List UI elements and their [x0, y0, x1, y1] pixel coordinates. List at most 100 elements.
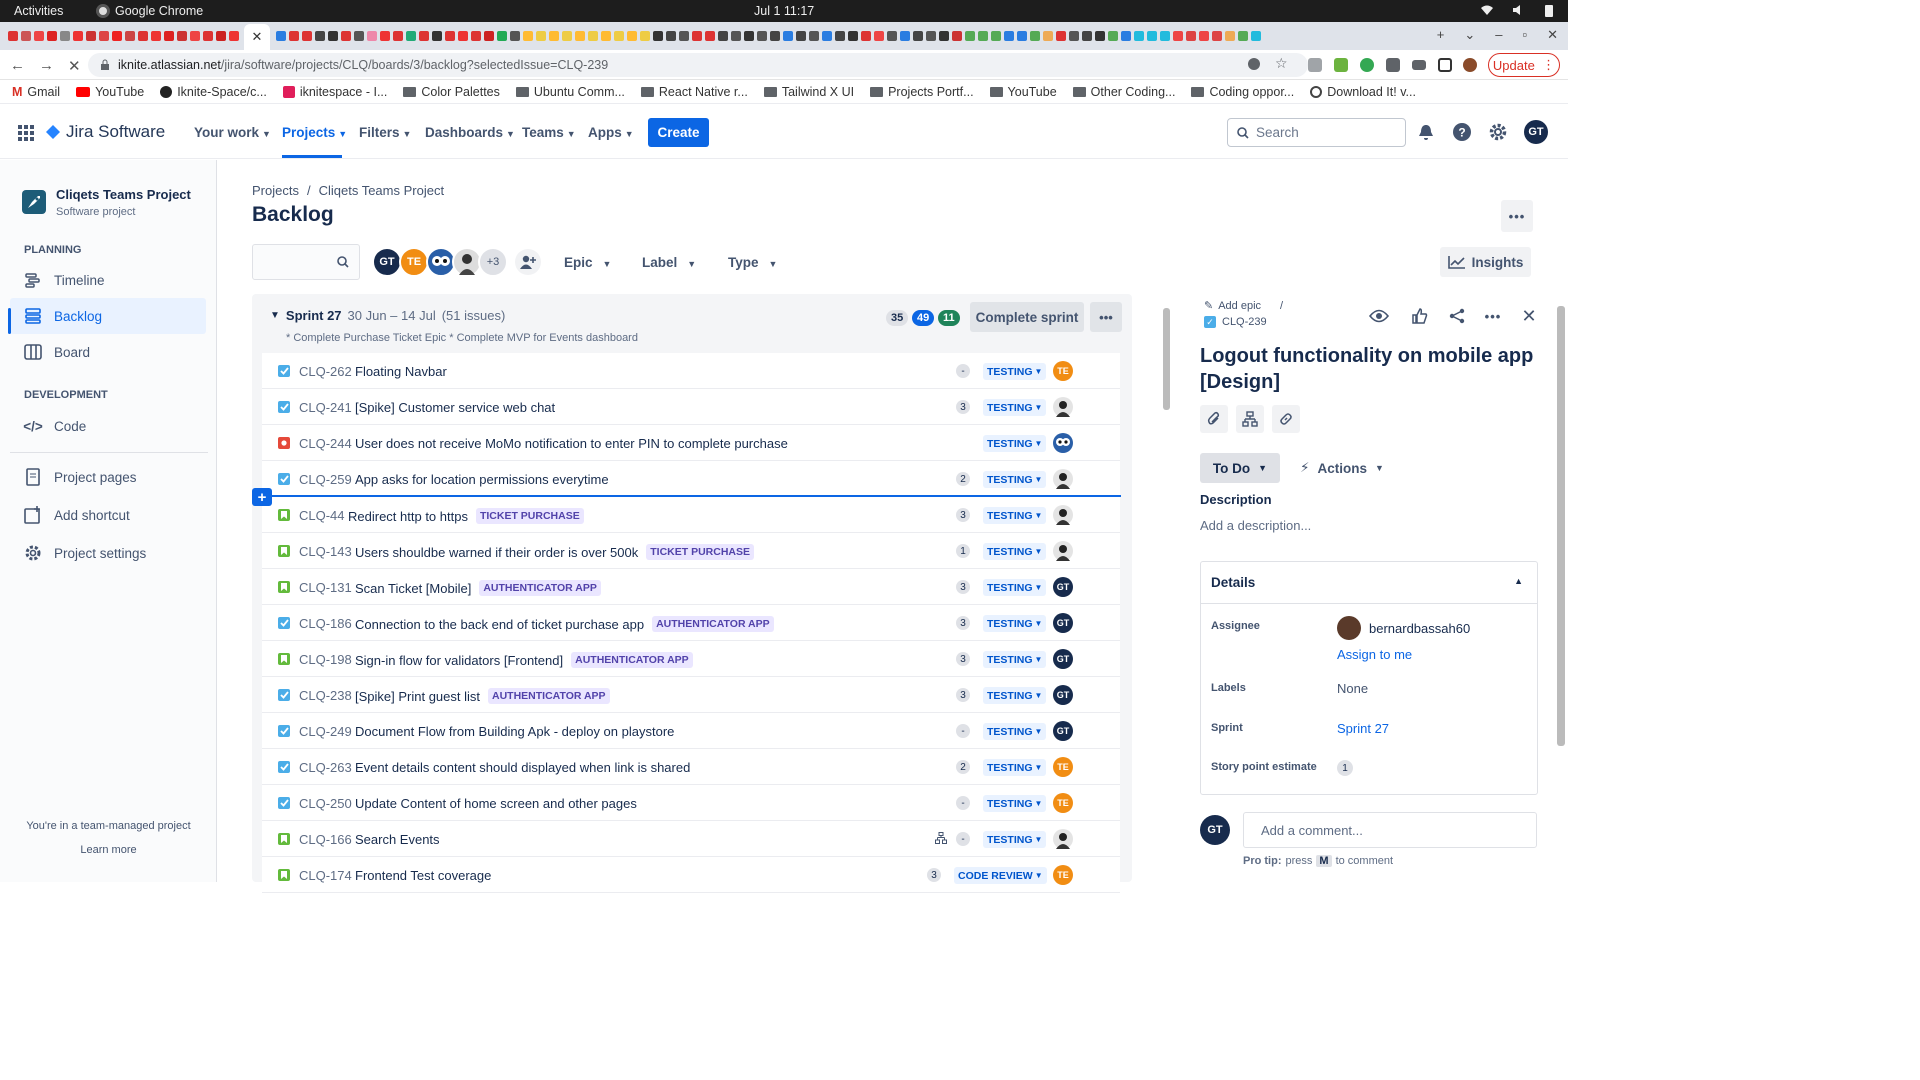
tab-favicon[interactable]	[652, 31, 663, 41]
extension-icon[interactable]	[1334, 58, 1348, 72]
issue-summary[interactable]: Sign-in flow for validators [Frontend]	[355, 653, 563, 668]
tab-favicon[interactable]	[1133, 31, 1144, 41]
settings-gear-icon[interactable]	[1488, 122, 1508, 142]
assignee-avatar[interactable]	[1053, 829, 1073, 849]
issue-row[interactable]: CLQ-263 Event details content should disp…	[262, 749, 1120, 785]
labels-value[interactable]: None	[1337, 681, 1368, 696]
tab-favicon[interactable]	[20, 31, 31, 41]
tab-favicon[interactable]	[639, 31, 650, 41]
bookmark-folder[interactable]: Coding oppor...	[1191, 85, 1294, 99]
sidebar-item-timeline[interactable]: Timeline	[10, 262, 206, 298]
tab-favicon[interactable]	[782, 31, 793, 41]
tab-favicon[interactable]	[405, 31, 416, 41]
tab-favicon[interactable]	[1185, 31, 1196, 41]
tab-favicon[interactable]	[215, 31, 226, 41]
issue-key[interactable]: CLQ-262	[299, 364, 352, 379]
link-icon[interactable]	[1272, 405, 1300, 433]
issue-summary[interactable]: Floating Navbar	[355, 364, 447, 379]
story-points-badge[interactable]: 1	[956, 544, 970, 558]
bookmark-star-icon[interactable]: ☆	[1275, 55, 1289, 71]
jira-logo[interactable]: Jira Software	[46, 122, 165, 142]
minimize-icon[interactable]: –	[1495, 27, 1502, 43]
status-dropdown[interactable]: TESTING ▼	[983, 687, 1047, 704]
tab-favicon[interactable]	[704, 31, 715, 41]
tab-favicon[interactable]	[561, 31, 572, 41]
assignee-field[interactable]: bernardbassah60	[1337, 616, 1470, 640]
app-switcher-icon[interactable]	[18, 125, 34, 141]
issue-summary[interactable]: [Spike] Customer service web chat	[355, 400, 555, 415]
status-dropdown[interactable]: TESTING ▼	[983, 579, 1047, 596]
tab-favicon[interactable]	[587, 31, 598, 41]
tab-favicon[interactable]	[189, 31, 200, 41]
story-points-badge[interactable]: 3	[956, 652, 970, 666]
bookmark-youtube[interactable]: YouTube	[76, 85, 144, 99]
tab-favicon[interactable]	[1055, 31, 1066, 41]
issue-key[interactable]: CLQ-238	[299, 688, 352, 703]
status-dropdown[interactable]: TESTING ▼	[983, 399, 1047, 416]
bookmark-gmail[interactable]: M Gmail	[12, 85, 60, 99]
stop-icon[interactable]: ✕	[68, 57, 81, 75]
tab-favicon[interactable]	[990, 31, 1001, 41]
status-dropdown[interactable]: CODE REVIEW ▼	[954, 867, 1047, 884]
issue-title[interactable]: Logout functionality on mobile app [Desi…	[1200, 343, 1540, 395]
nav-dashboards[interactable]: Dashboards ▼	[425, 125, 515, 140]
issue-summary[interactable]: Users shouldbe warned if their order is …	[355, 545, 638, 560]
tab-favicon[interactable]	[1198, 31, 1209, 41]
story-points-badge[interactable]: 3	[956, 616, 970, 630]
tab-favicon[interactable]	[379, 31, 390, 41]
issue-key[interactable]: CLQ-186	[299, 616, 352, 631]
issue-row[interactable]: CLQ-174 Frontend Test coverage 3 CODE REVIE…	[262, 857, 1120, 893]
tab-favicon[interactable]	[769, 31, 780, 41]
status-dropdown[interactable]: TESTING ▼	[983, 759, 1047, 776]
more-avatars-button[interactable]: +3	[478, 247, 508, 277]
tab-favicon[interactable]	[1016, 31, 1027, 41]
tab-favicon[interactable]	[821, 31, 832, 41]
page-more-button[interactable]: •••	[1501, 200, 1533, 232]
close-window-icon[interactable]: ✕	[1547, 27, 1558, 43]
issue-summary[interactable]: User does not receive MoMo notification …	[355, 436, 788, 451]
url-field[interactable]: iknite.atlassian.net/jira/software/proje…	[88, 53, 1308, 77]
issue-summary[interactable]: Redirect http to https	[348, 509, 468, 524]
tab-favicon[interactable]	[496, 31, 507, 41]
story-points-badge[interactable]: -	[956, 832, 970, 846]
tab-favicon[interactable]	[1237, 31, 1248, 41]
tab-favicon[interactable]	[1081, 31, 1092, 41]
tab-favicon[interactable]	[72, 31, 83, 41]
tab-favicon[interactable]	[665, 31, 676, 41]
activities-button[interactable]: Activities	[14, 4, 63, 18]
assignee-avatar[interactable]: GT	[1053, 721, 1073, 741]
tab-favicon[interactable]	[1120, 31, 1131, 41]
tab-favicon[interactable]	[470, 31, 481, 41]
tab-favicon[interactable]	[124, 31, 135, 41]
tab-favicon[interactable]	[522, 31, 533, 41]
issue-key[interactable]: CLQ-198	[299, 652, 352, 667]
add-people-icon[interactable]	[515, 249, 541, 275]
insights-button[interactable]: Insights	[1440, 247, 1531, 277]
issue-row[interactable]: CLQ-44 Redirect http to https TICKET PURCH…	[262, 497, 1120, 533]
status-dropdown[interactable]: TESTING ▼	[983, 507, 1047, 524]
issue-row[interactable]: CLQ-241 [Spike] Customer service web chat…	[262, 389, 1120, 425]
extensions-puzzle-icon[interactable]	[1386, 58, 1400, 72]
chevron-down-icon[interactable]: ▼	[270, 310, 280, 321]
bookmark-folder[interactable]: Tailwind X UI	[763, 85, 854, 99]
tab-favicon[interactable]	[860, 31, 871, 41]
tab-favicon[interactable]	[176, 31, 187, 41]
assignee-avatar[interactable]	[1053, 541, 1073, 561]
assignee-avatar[interactable]: GT	[1053, 613, 1073, 633]
tab-favicon[interactable]	[46, 31, 57, 41]
profile-avatar[interactable]	[1463, 58, 1477, 72]
status-dropdown[interactable]: TESTING ▼	[983, 651, 1047, 668]
issue-row[interactable]: CLQ-250 Update Content of home screen and…	[262, 785, 1120, 821]
actions-dropdown[interactable]: ⚡ Actions ▼	[1300, 453, 1384, 483]
assignee-avatar[interactable]	[1053, 433, 1073, 453]
tab-favicon[interactable]	[756, 31, 767, 41]
share-icon[interactable]	[1248, 58, 1260, 70]
tab-favicon[interactable]	[301, 31, 312, 41]
tab-favicon[interactable]	[977, 31, 988, 41]
bookmark-folder[interactable]: Projects Portf...	[870, 85, 974, 99]
story-points-badge[interactable]: 3	[927, 868, 941, 882]
status-dropdown[interactable]: TESTING ▼	[983, 615, 1047, 632]
close-icon[interactable]: ✕	[1518, 305, 1540, 327]
watch-eye-icon[interactable]	[1368, 305, 1390, 327]
issue-summary[interactable]: Scan Ticket [Mobile]	[355, 581, 471, 596]
